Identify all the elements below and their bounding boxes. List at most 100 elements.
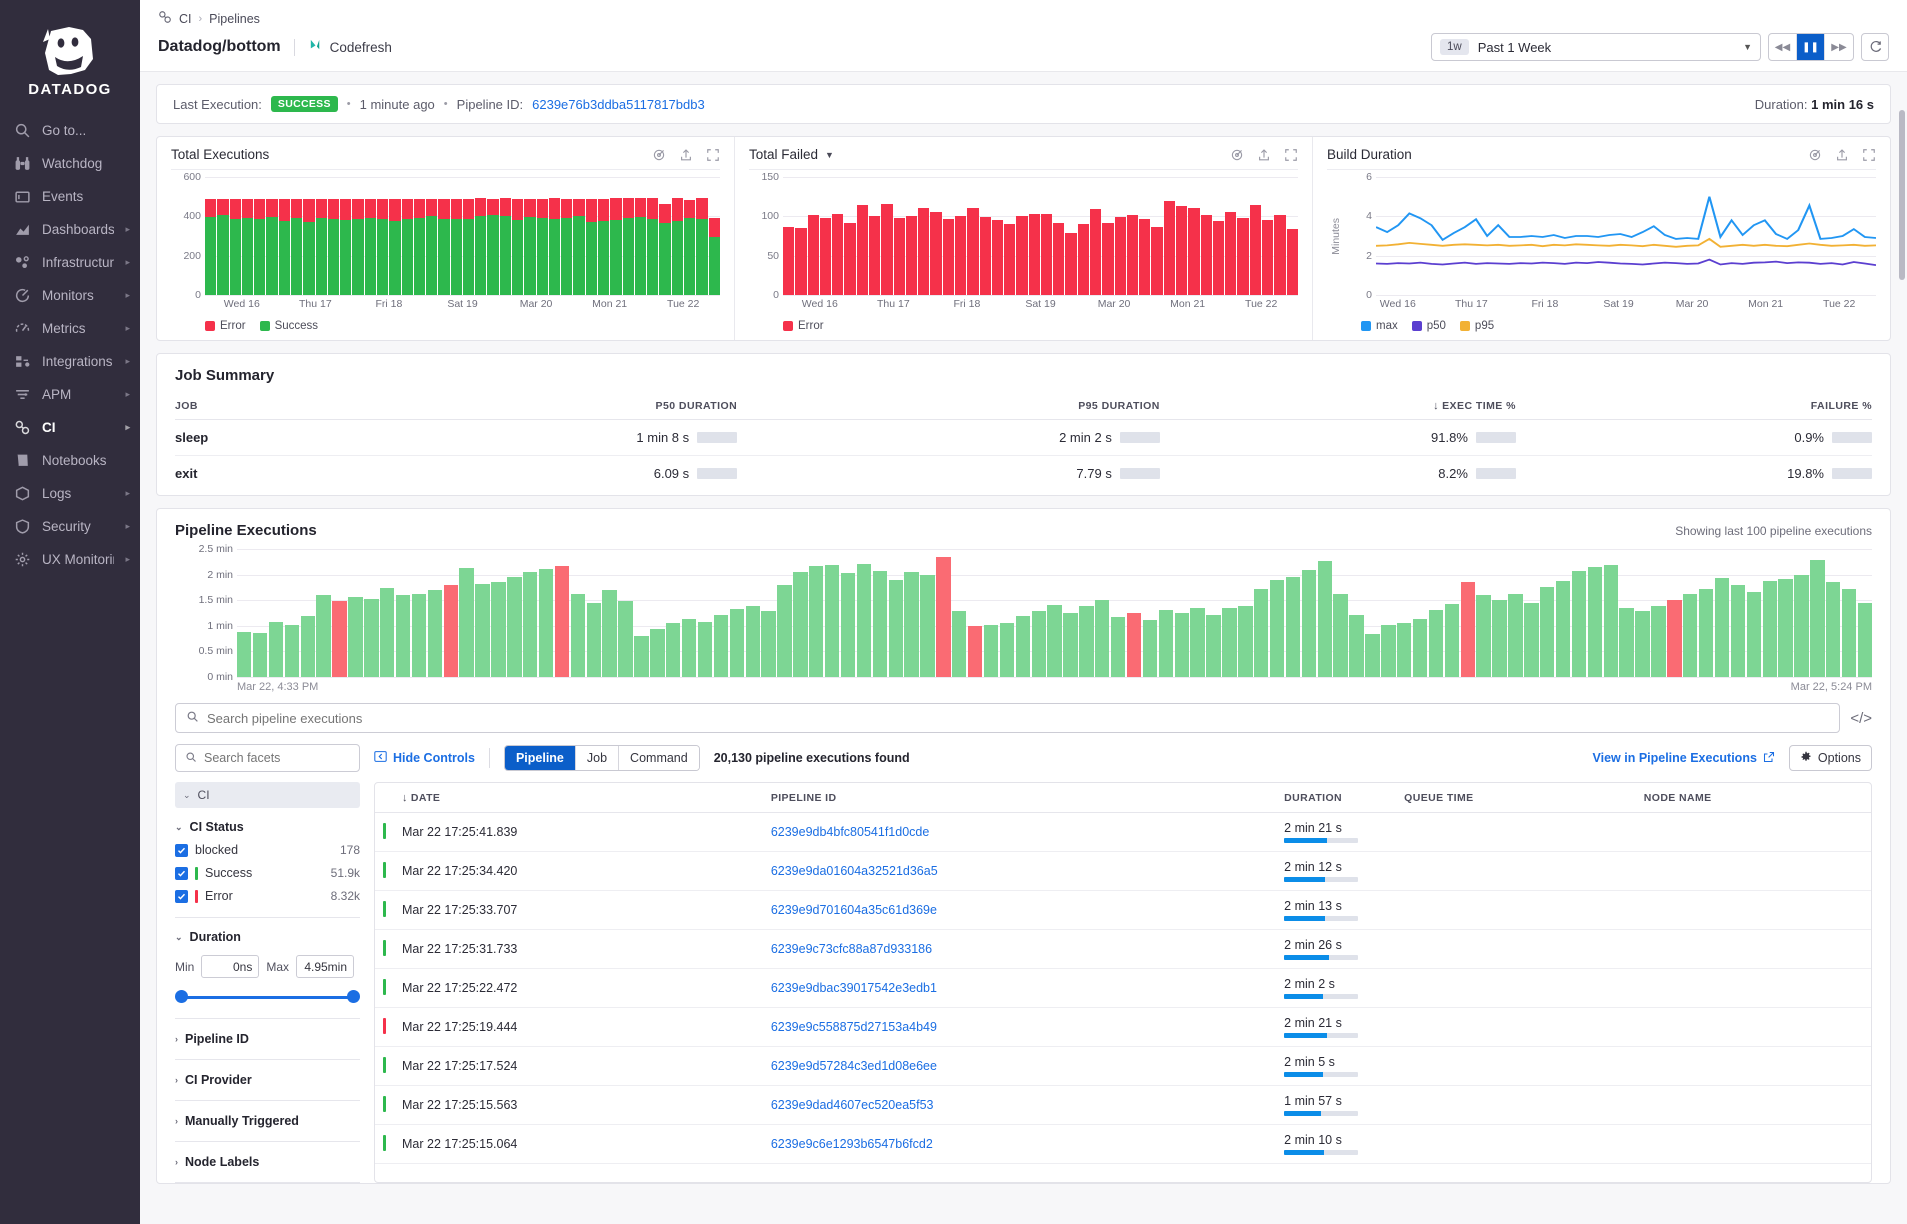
table-row[interactable]: Mar 22 17:25:15.0646239e9c6e1293b6547b6f… bbox=[375, 1125, 1871, 1164]
execution-bar[interactable] bbox=[936, 557, 950, 677]
execution-bar[interactable] bbox=[1604, 565, 1618, 677]
execution-bar[interactable] bbox=[1270, 580, 1284, 677]
step-back-button[interactable]: ◀◀ bbox=[1769, 34, 1797, 60]
execution-bar[interactable] bbox=[952, 611, 966, 677]
legend-item[interactable]: Error bbox=[783, 320, 824, 332]
vertical-scrollbar[interactable] bbox=[1899, 110, 1905, 280]
tab-command[interactable]: Command bbox=[619, 746, 699, 770]
table-row[interactable]: sleep1 min 8 s2 min 2 s91.8%0.9% bbox=[175, 420, 1872, 456]
slider-knob-max[interactable] bbox=[347, 990, 360, 1003]
facet-search-input[interactable] bbox=[204, 751, 365, 765]
chevron-down-icon[interactable]: ▼ bbox=[825, 150, 834, 160]
code-view-icon[interactable]: </> bbox=[1850, 710, 1872, 727]
cell-pipeline-id[interactable]: 6239e9db4bfc80541f1d0cde bbox=[763, 813, 1276, 852]
execution-bar[interactable] bbox=[412, 594, 426, 677]
legend-item[interactable]: p50 bbox=[1412, 320, 1446, 332]
execution-bar[interactable] bbox=[1826, 582, 1840, 677]
execution-bar[interactable] bbox=[380, 588, 394, 677]
pause-button[interactable]: ❚❚ bbox=[1797, 34, 1825, 60]
execution-bar[interactable] bbox=[1397, 623, 1411, 677]
execution-bar[interactable] bbox=[1683, 594, 1697, 677]
share-icon[interactable] bbox=[1835, 148, 1849, 162]
execution-bar[interactable] bbox=[1524, 603, 1538, 677]
execution-bar[interactable] bbox=[1318, 561, 1332, 677]
execution-bar[interactable] bbox=[1063, 613, 1077, 678]
execution-bar[interactable] bbox=[491, 582, 505, 677]
column-header[interactable]: P95 DURATION bbox=[737, 396, 1160, 420]
execution-bar[interactable] bbox=[444, 585, 458, 677]
facet-item[interactable]: Error8.32k bbox=[175, 889, 360, 903]
sidebar-item-dashboards[interactable]: Dashboards▸ bbox=[0, 213, 140, 246]
breadcrumb-ci[interactable]: CI bbox=[179, 12, 192, 26]
execution-bar[interactable] bbox=[1794, 575, 1808, 677]
execution-bar[interactable] bbox=[1238, 606, 1252, 677]
facet-section-header[interactable]: ›Node Labels bbox=[175, 1155, 360, 1169]
execution-bar[interactable] bbox=[1763, 581, 1777, 677]
table-row[interactable]: Mar 22 17:25:41.8396239e9db4bfc80541f1d0… bbox=[375, 813, 1871, 852]
execution-bar[interactable] bbox=[920, 575, 934, 677]
execution-bar[interactable] bbox=[1254, 589, 1268, 677]
sidebar-item-monitors[interactable]: Monitors▸ bbox=[0, 279, 140, 312]
facet-section-ci-provider[interactable]: ›CI Provider bbox=[175, 1073, 360, 1101]
tab-job[interactable]: Job bbox=[576, 746, 619, 770]
facet-section-manually-triggered[interactable]: ›Manually Triggered bbox=[175, 1114, 360, 1142]
search-facets[interactable] bbox=[175, 744, 360, 772]
column-header[interactable]: ↓EXEC TIME % bbox=[1160, 396, 1516, 420]
options-button[interactable]: Options bbox=[1789, 745, 1872, 771]
execution-bar[interactable] bbox=[1476, 595, 1490, 677]
duration-range-slider[interactable] bbox=[175, 990, 360, 1004]
execution-bar[interactable] bbox=[730, 609, 744, 677]
cell-pipeline-id[interactable]: 6239e9dbac39017542e3edb1 bbox=[763, 969, 1276, 1008]
execution-bar[interactable] bbox=[1492, 600, 1506, 677]
execution-bar[interactable] bbox=[682, 619, 696, 677]
execution-bar[interactable] bbox=[889, 580, 903, 677]
facet-section-header[interactable]: ›CI Provider bbox=[175, 1073, 360, 1087]
column-header[interactable]: PIPELINE ID bbox=[763, 783, 1276, 813]
execution-bar[interactable] bbox=[1159, 610, 1173, 677]
checkbox[interactable] bbox=[175, 890, 188, 903]
execution-bar[interactable] bbox=[602, 590, 616, 677]
facet-section-pipeline-id[interactable]: ›Pipeline ID bbox=[175, 1032, 360, 1060]
facet-item[interactable]: blocked178 bbox=[175, 843, 360, 857]
execution-bar[interactable] bbox=[618, 601, 632, 677]
legend-item[interactable]: Success bbox=[260, 320, 318, 332]
execution-bar[interactable] bbox=[809, 566, 823, 677]
table-row[interactable]: Mar 22 17:25:31.7336239e9c73cfc88a87d933… bbox=[375, 930, 1871, 969]
table-row[interactable]: Mar 22 17:25:22.4726239e9dbac39017542e3e… bbox=[375, 969, 1871, 1008]
execution-bar[interactable] bbox=[1508, 594, 1522, 677]
execution-bar[interactable] bbox=[1699, 589, 1713, 677]
execution-bar[interactable] bbox=[1175, 613, 1189, 678]
legend-item[interactable]: Error bbox=[205, 320, 246, 332]
execution-bar[interactable] bbox=[316, 595, 330, 677]
checkbox[interactable] bbox=[175, 867, 188, 880]
execution-bar[interactable] bbox=[1635, 611, 1649, 677]
slider-knob-min[interactable] bbox=[175, 990, 188, 1003]
execution-bar[interactable] bbox=[825, 565, 839, 677]
duration-max-input[interactable] bbox=[296, 955, 354, 978]
execution-bar[interactable] bbox=[555, 566, 569, 677]
facet-section-header[interactable]: ⌄CI Status bbox=[175, 820, 360, 834]
facet-section-header[interactable]: ›Manually Triggered bbox=[175, 1114, 360, 1128]
execution-bar[interactable] bbox=[857, 564, 871, 677]
execution-bar[interactable] bbox=[1190, 608, 1204, 677]
execution-bar[interactable] bbox=[539, 569, 553, 677]
sidebar-item-metrics[interactable]: Metrics▸ bbox=[0, 312, 140, 345]
execution-bar[interactable] bbox=[1810, 560, 1824, 677]
cell-pipeline-id[interactable]: 6239e9c73cfc88a87d933186 bbox=[763, 930, 1276, 969]
execution-bar[interactable] bbox=[1143, 620, 1157, 677]
column-header[interactable]: ↓DATE bbox=[394, 783, 763, 813]
cell-pipeline-id[interactable]: 6239e9c558875d27153a4b49 bbox=[763, 1008, 1276, 1047]
cell-pipeline-id[interactable]: 6239e9d701604a35c61d369e bbox=[763, 891, 1276, 930]
table-row[interactable]: exit6.09 s7.79 s8.2%19.8% bbox=[175, 456, 1872, 492]
execution-bar[interactable] bbox=[968, 626, 982, 677]
export-metric-icon[interactable] bbox=[652, 148, 666, 162]
execution-bar[interactable] bbox=[650, 629, 664, 677]
execution-bar[interactable] bbox=[714, 615, 728, 677]
table-row[interactable]: Mar 22 17:25:15.5636239e9dad4607ec520ea5… bbox=[375, 1086, 1871, 1125]
fullscreen-icon[interactable] bbox=[1284, 148, 1298, 162]
execution-bar[interactable] bbox=[1715, 578, 1729, 677]
execution-bar[interactable] bbox=[1667, 600, 1681, 677]
execution-bar[interactable] bbox=[364, 599, 378, 677]
execution-bar[interactable] bbox=[1540, 587, 1554, 677]
execution-bar[interactable] bbox=[253, 633, 267, 677]
